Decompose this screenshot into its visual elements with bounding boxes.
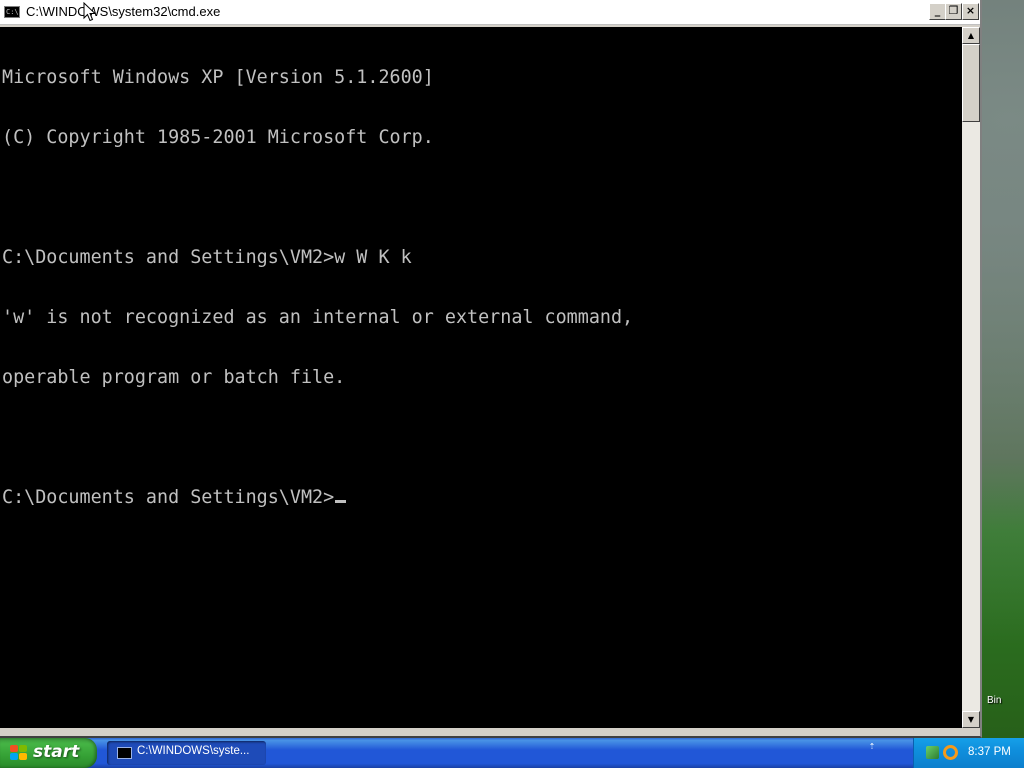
cmd-icon[interactable]: C:\ <box>4 6 20 18</box>
vertical-scrollbar[interactable]: ▲ ▼ <box>962 27 980 728</box>
recycle-bin-label[interactable]: Bin <box>987 695 1001 706</box>
text-cursor <box>335 500 347 503</box>
console-line: Microsoft Windows XP [Version 5.1.2600] <box>2 67 434 88</box>
console-line: 'w' is not recognized as an internal or … <box>2 307 634 328</box>
clock[interactable]: 8:37 PM <box>968 746 1011 758</box>
system-tray: 8:37 PM <box>913 738 1024 768</box>
console-line: C:\Documents and Settings\VM2>w W K k <box>2 247 412 268</box>
taskbar: start C:\WINDOWS\syste... ⇡ 8:37 PM <box>0 738 1024 768</box>
minimize-button[interactable]: _ <box>929 3 946 20</box>
title-bar[interactable]: C:\ C:\WINDOWS\system32\cmd.exe _ ❐ × <box>0 0 980 25</box>
taskbar-button-label: C:\WINDOWS\syste... <box>137 745 250 757</box>
close-button[interactable]: × <box>962 3 979 20</box>
network-icon[interactable] <box>926 746 939 759</box>
console-line: (C) Copyright 1985-2001 Microsoft Corp. <box>2 127 434 148</box>
start-button[interactable]: start <box>0 738 97 768</box>
scroll-thumb[interactable] <box>962 44 980 122</box>
search-icon[interactable] <box>943 745 958 760</box>
console-line: operable program or batch file. <box>2 367 346 388</box>
console-output[interactable]: Microsoft Windows XP [Version 5.1.2600] … <box>0 27 962 728</box>
cmd-window: C:\ C:\WINDOWS\system32\cmd.exe _ ❐ × Mi… <box>0 0 982 738</box>
window-title: C:\WINDOWS\system32\cmd.exe <box>26 4 221 19</box>
scroll-up-button[interactable]: ▲ <box>962 27 980 44</box>
scroll-down-button[interactable]: ▼ <box>962 711 980 728</box>
cmd-icon <box>117 747 132 759</box>
start-label: start <box>33 742 80 762</box>
prompt-text: C:\Documents and Settings\VM2> <box>2 487 335 508</box>
windows-logo-icon <box>10 745 28 761</box>
restore-button[interactable]: ❐ <box>945 3 962 20</box>
prompt-line[interactable]: C:\Documents and Settings\VM2> <box>2 488 962 508</box>
tray-expand-icon[interactable]: ⇡ <box>866 742 878 764</box>
mouse-pointer-icon <box>83 2 97 22</box>
taskbar-button-cmd[interactable]: C:\WINDOWS\syste... <box>107 741 266 765</box>
